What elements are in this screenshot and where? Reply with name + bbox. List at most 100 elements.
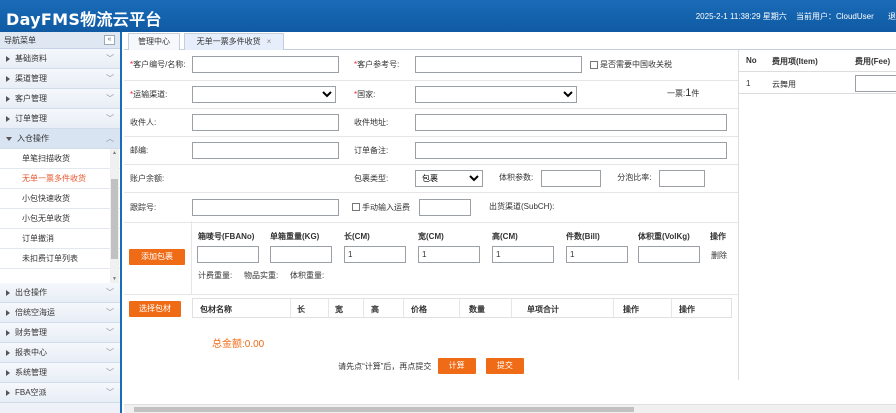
nav-group-inbound[interactable]: 入仓操作 ︿ bbox=[0, 129, 120, 149]
nav-group-fba[interactable]: FBA空派 ﹀ bbox=[0, 383, 120, 403]
box-header-action: 操作 bbox=[710, 232, 726, 241]
header-user-name: CloudUser bbox=[835, 12, 874, 21]
box-header-width: 宽(CM) bbox=[418, 232, 444, 241]
customs-check-wrap[interactable]: 是否需要中国收关税 bbox=[590, 60, 672, 69]
submit-button[interactable]: 提交 bbox=[485, 358, 524, 374]
top-header: DayFMS物流云平台 2025-2-1 11:38:29 星期六 当前用户：C… bbox=[0, 0, 896, 32]
postcode-input[interactable] bbox=[192, 141, 339, 159]
nav-group-label: 出仓操作 bbox=[15, 288, 47, 297]
customs-checkbox[interactable] bbox=[590, 60, 598, 69]
nav-group-customer[interactable]: 客户管理 ﹀ bbox=[0, 89, 120, 109]
box-height-input[interactable]: 1 bbox=[492, 246, 554, 263]
nav-group-reports[interactable]: 报表中心 ﹀ bbox=[0, 343, 120, 363]
close-icon[interactable]: × bbox=[267, 37, 272, 46]
tracking-input[interactable] bbox=[192, 198, 339, 216]
sidebar-item-order-cancel[interactable]: 订单撤消 bbox=[0, 229, 120, 249]
pkg-type-label: 包裹类型: bbox=[348, 164, 415, 193]
scroll-up-icon[interactable]: ▲ bbox=[112, 150, 117, 156]
inbound-submenu: 单笔扫描收货 无单一票多件收货 小包快速收货 小包无单收货 订单撤消 未扣费订单… bbox=[0, 149, 120, 283]
nav-group-system[interactable]: 系统管理 ﹀ bbox=[0, 363, 120, 383]
country-label: *国家: bbox=[348, 80, 415, 109]
vol-param-label: 体积参数: bbox=[499, 173, 534, 183]
submenu-scrollbar[interactable]: ▲ ▼ bbox=[110, 149, 119, 283]
fee-header-fee: 费用(Fee) bbox=[855, 57, 891, 66]
nav-group-label: 基础资料 bbox=[15, 54, 47, 63]
box-header-fbano: 箱唛号(FBANo) bbox=[198, 232, 255, 241]
delete-box-link[interactable]: 删除 bbox=[711, 250, 727, 261]
split-ratio-input[interactable] bbox=[659, 169, 706, 187]
sidebar-item-scan-receive[interactable]: 单笔扫描收货 bbox=[0, 149, 120, 169]
sub-channel-label: 出货渠道(SubCH): bbox=[489, 202, 555, 212]
manual-fee-wrap[interactable]: 手动输入运费 bbox=[348, 192, 415, 223]
box-weight-input[interactable] bbox=[270, 246, 332, 263]
scroll-down-icon[interactable]: ▼ bbox=[112, 276, 117, 282]
receiver-addr-input[interactable] bbox=[415, 113, 727, 131]
chevron-down-icon: ﹀ bbox=[106, 368, 114, 377]
fee-header-no: No bbox=[746, 56, 757, 65]
chevron-down-icon: ﹀ bbox=[106, 114, 114, 123]
box-width-input[interactable]: 1 bbox=[418, 246, 480, 263]
sidebar-item-noorder-receive[interactable]: 小包无单收货 bbox=[0, 209, 120, 229]
fee-row-no: 1 bbox=[746, 79, 751, 88]
sidebar-item-multi-receive[interactable]: 无单一票多件收货 bbox=[0, 169, 120, 189]
order-note-input[interactable] bbox=[415, 141, 727, 159]
customer-code-input[interactable] bbox=[192, 56, 339, 74]
box-length-input[interactable]: 1 bbox=[344, 246, 406, 263]
receiver-input[interactable] bbox=[192, 113, 339, 131]
scrollbar-thumb[interactable] bbox=[111, 179, 118, 259]
triangle-right-icon bbox=[6, 369, 10, 376]
add-package-button[interactable]: 添加包裹 bbox=[129, 249, 185, 265]
box-header-volkg: 体积重(VolKg) bbox=[638, 232, 690, 241]
box-left-cell: 添加包裹 bbox=[124, 221, 192, 295]
scrollbar-thumb[interactable] bbox=[134, 407, 634, 412]
triangle-right-icon bbox=[6, 55, 10, 62]
logout-link[interactable]: 退 bbox=[888, 12, 896, 21]
chevron-down-icon: ﹀ bbox=[106, 54, 114, 63]
sidebar-item-quick-receive[interactable]: 小包快速收货 bbox=[0, 189, 120, 209]
sidebar-item-unbilled-list[interactable]: 未扣费订单列表 bbox=[0, 249, 120, 269]
receiver-addr-label: 收件地址: bbox=[348, 108, 415, 137]
country-select[interactable] bbox=[415, 85, 577, 103]
nav-group-channel[interactable]: 渠道管理 ﹀ bbox=[0, 69, 120, 89]
mat-header-qty: 数量 bbox=[469, 305, 485, 314]
app-title: DayFMS物流云平台 bbox=[6, 10, 162, 29]
nav-group-order[interactable]: 订单管理 ﹀ bbox=[0, 109, 120, 129]
mat-header-action-2: 操作 bbox=[679, 305, 695, 314]
vol-param-input[interactable] bbox=[541, 169, 602, 187]
balance-value bbox=[192, 164, 348, 193]
tab-multi-receive[interactable]: 无单一票多件收货 × bbox=[184, 33, 284, 50]
pkg-type-select[interactable]: 包裹 bbox=[415, 169, 483, 187]
nav-group-basic[interactable]: 基础资料 ﹀ bbox=[0, 49, 120, 69]
main-form: *客户编号/名称: *客户参考号: 是否需要中国收关税 *运输渠道: *国家: … bbox=[124, 50, 738, 380]
nav-group-air-sea[interactable]: 倍统空海运 ﹀ bbox=[0, 303, 120, 323]
nav-title-label: 导航菜单 bbox=[4, 36, 36, 45]
footer-hint: 请先点“计算”后，再点提交 bbox=[338, 362, 432, 371]
nav-group-label: 入仓操作 bbox=[17, 134, 49, 143]
fbano-input[interactable] bbox=[197, 246, 259, 263]
calculate-button[interactable]: 计算 bbox=[437, 358, 476, 374]
tab-management-center[interactable]: 管理中心 bbox=[128, 33, 180, 50]
box-volkg-input[interactable] bbox=[638, 246, 700, 263]
customer-ref-input[interactable] bbox=[415, 56, 582, 74]
box-header-height: 高(CM) bbox=[492, 232, 518, 241]
manual-fee-checkbox[interactable] bbox=[352, 203, 360, 212]
postcode-label: 邮编: bbox=[124, 136, 192, 165]
nav-group-label: FBA空派 bbox=[15, 388, 47, 397]
triangle-right-icon bbox=[6, 309, 10, 316]
horizontal-scrollbar[interactable] bbox=[124, 404, 896, 413]
box-bill-input[interactable]: 1 bbox=[566, 246, 628, 263]
order-note-label: 订单备注: bbox=[348, 136, 415, 165]
collapse-icon[interactable]: « bbox=[104, 35, 115, 45]
fee-input[interactable] bbox=[855, 75, 896, 92]
nav-group-outbound[interactable]: 出仓操作 ﹀ bbox=[0, 283, 120, 303]
triangle-down-icon bbox=[6, 136, 12, 141]
chevron-up-icon: ︿ bbox=[106, 134, 114, 143]
select-material-button[interactable]: 选择包材 bbox=[129, 301, 181, 317]
total-amount: 总金额:0.00 bbox=[212, 339, 265, 350]
chevron-down-icon: ﹀ bbox=[106, 388, 114, 397]
box-header-weight: 单箱重量(KG) bbox=[270, 232, 320, 241]
nav-group-finance[interactable]: 财务管理 ﹀ bbox=[0, 323, 120, 343]
manual-fee-input[interactable] bbox=[419, 198, 471, 216]
channel-select[interactable] bbox=[192, 85, 336, 103]
fee-panel: No 费用项(Item) 费用(Fee) 1 云舞用 bbox=[738, 50, 896, 380]
